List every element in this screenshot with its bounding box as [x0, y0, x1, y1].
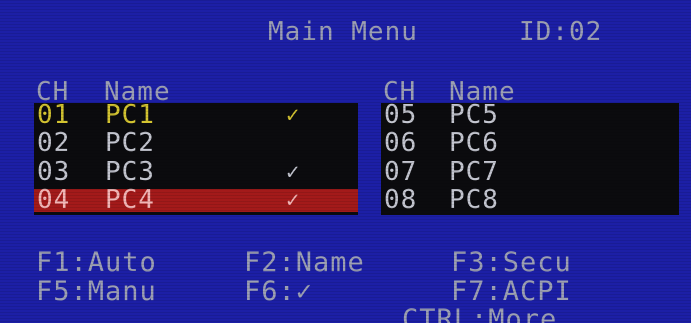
channel-number: 02 [37, 128, 71, 158]
channel-name: PC4 [105, 185, 155, 215]
channel-name: PC8 [449, 185, 499, 215]
channel-number: 05 [384, 100, 418, 130]
f2-name-key[interactable]: F2:Name [244, 249, 365, 276]
menu-id: ID:02 [519, 17, 603, 47]
channel-name: PC7 [449, 157, 499, 187]
channel-name: PC5 [449, 100, 499, 130]
f1-auto-key[interactable]: F1:Auto [36, 249, 157, 276]
left-channel-list: 01 PC1 ✓ 02 PC2 03 PC3 ✓ 04 PC4 ✓ [34, 100, 358, 215]
check-icon: ✓ [286, 103, 301, 128]
channel-name: PC1 [105, 100, 155, 130]
channel-name: PC2 [105, 128, 155, 158]
channel-number: 06 [384, 128, 418, 158]
f7-acpi-key[interactable]: F7:ACPI [451, 278, 572, 305]
channel-row-01[interactable]: 01 PC1 ✓ [34, 100, 358, 130]
osd-screen: Main Menu ID:02 CH Name CH Name 01 PC1 ✓… [0, 0, 691, 323]
channel-row-08[interactable]: 08 PC8 [381, 185, 679, 215]
f3-security-key[interactable]: F3:Secu [451, 249, 572, 276]
ctrl-more-key[interactable]: CTRL:More... [402, 306, 609, 323]
menu-title: Main Menu [268, 17, 418, 47]
channel-number: 08 [384, 185, 418, 215]
check-icon: ✓ [286, 160, 301, 185]
channel-name: PC3 [105, 157, 155, 187]
check-icon: ✓ [286, 188, 301, 213]
channel-name: PC6 [449, 128, 499, 158]
f5-manual-key[interactable]: F5:Manu [36, 278, 157, 305]
channel-row-07[interactable]: 07 PC7 [381, 157, 679, 187]
channel-number: 03 [37, 157, 71, 187]
channel-number: 01 [37, 100, 71, 130]
right-channel-list: 05 PC5 06 PC6 07 PC7 08 PC8 [381, 100, 679, 215]
channel-row-03[interactable]: 03 PC3 ✓ [34, 157, 358, 187]
channel-number: 07 [384, 157, 418, 187]
channel-row-04[interactable]: 04 PC4 ✓ [34, 185, 358, 215]
f6-check-key[interactable]: F6:✓ [244, 278, 313, 305]
channel-number: 04 [37, 185, 71, 215]
channel-row-05[interactable]: 05 PC5 [381, 100, 679, 130]
channel-row-06[interactable]: 06 PC6 [381, 128, 679, 158]
channel-row-02[interactable]: 02 PC2 [34, 128, 358, 158]
